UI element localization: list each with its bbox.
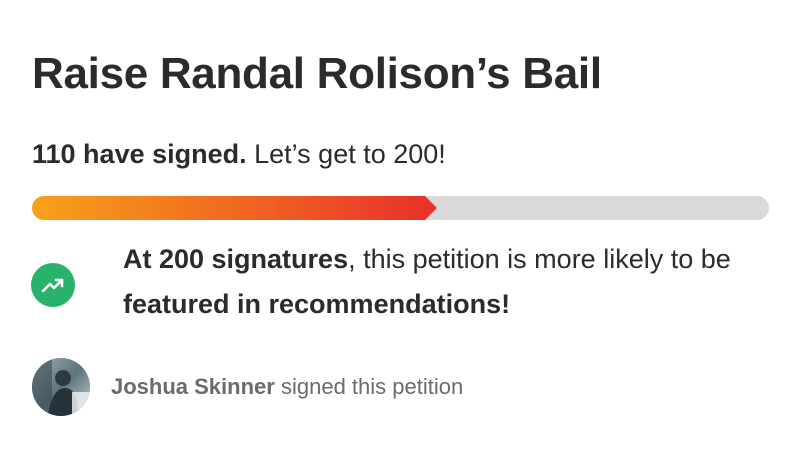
avatar-photo [32, 358, 90, 416]
progress-tip [425, 196, 437, 220]
avatar[interactable] [32, 358, 90, 416]
recent-signer: Joshua Skinner signed this petition [111, 372, 463, 402]
signature-count: 110 have signed. Let’s get to 200! [32, 137, 446, 171]
petition-card: Raise Randal Rolison’s Bail 110 have sig… [0, 0, 800, 450]
trending-up-icon [31, 263, 75, 307]
signer-action: signed this petition [280, 374, 464, 399]
signature-progress-bar [32, 196, 769, 220]
petition-title[interactable]: Raise Randal Rolison’s Bail [32, 48, 602, 100]
signer-name[interactable]: Joshua Skinner [111, 374, 275, 399]
progress-fill [32, 196, 425, 220]
milestone-benefit: featured in recommendations! [123, 289, 511, 319]
milestone-text: , this petition is more likely to be [348, 244, 731, 274]
goal-text: Let’s get to 200! [254, 139, 446, 169]
trending-up-glyph [41, 278, 64, 293]
milestone-message: At 200 signatures, this petition is more… [123, 237, 773, 327]
signed-count-text: 110 have signed. [32, 139, 247, 169]
milestone-threshold: At 200 signatures [123, 244, 349, 274]
